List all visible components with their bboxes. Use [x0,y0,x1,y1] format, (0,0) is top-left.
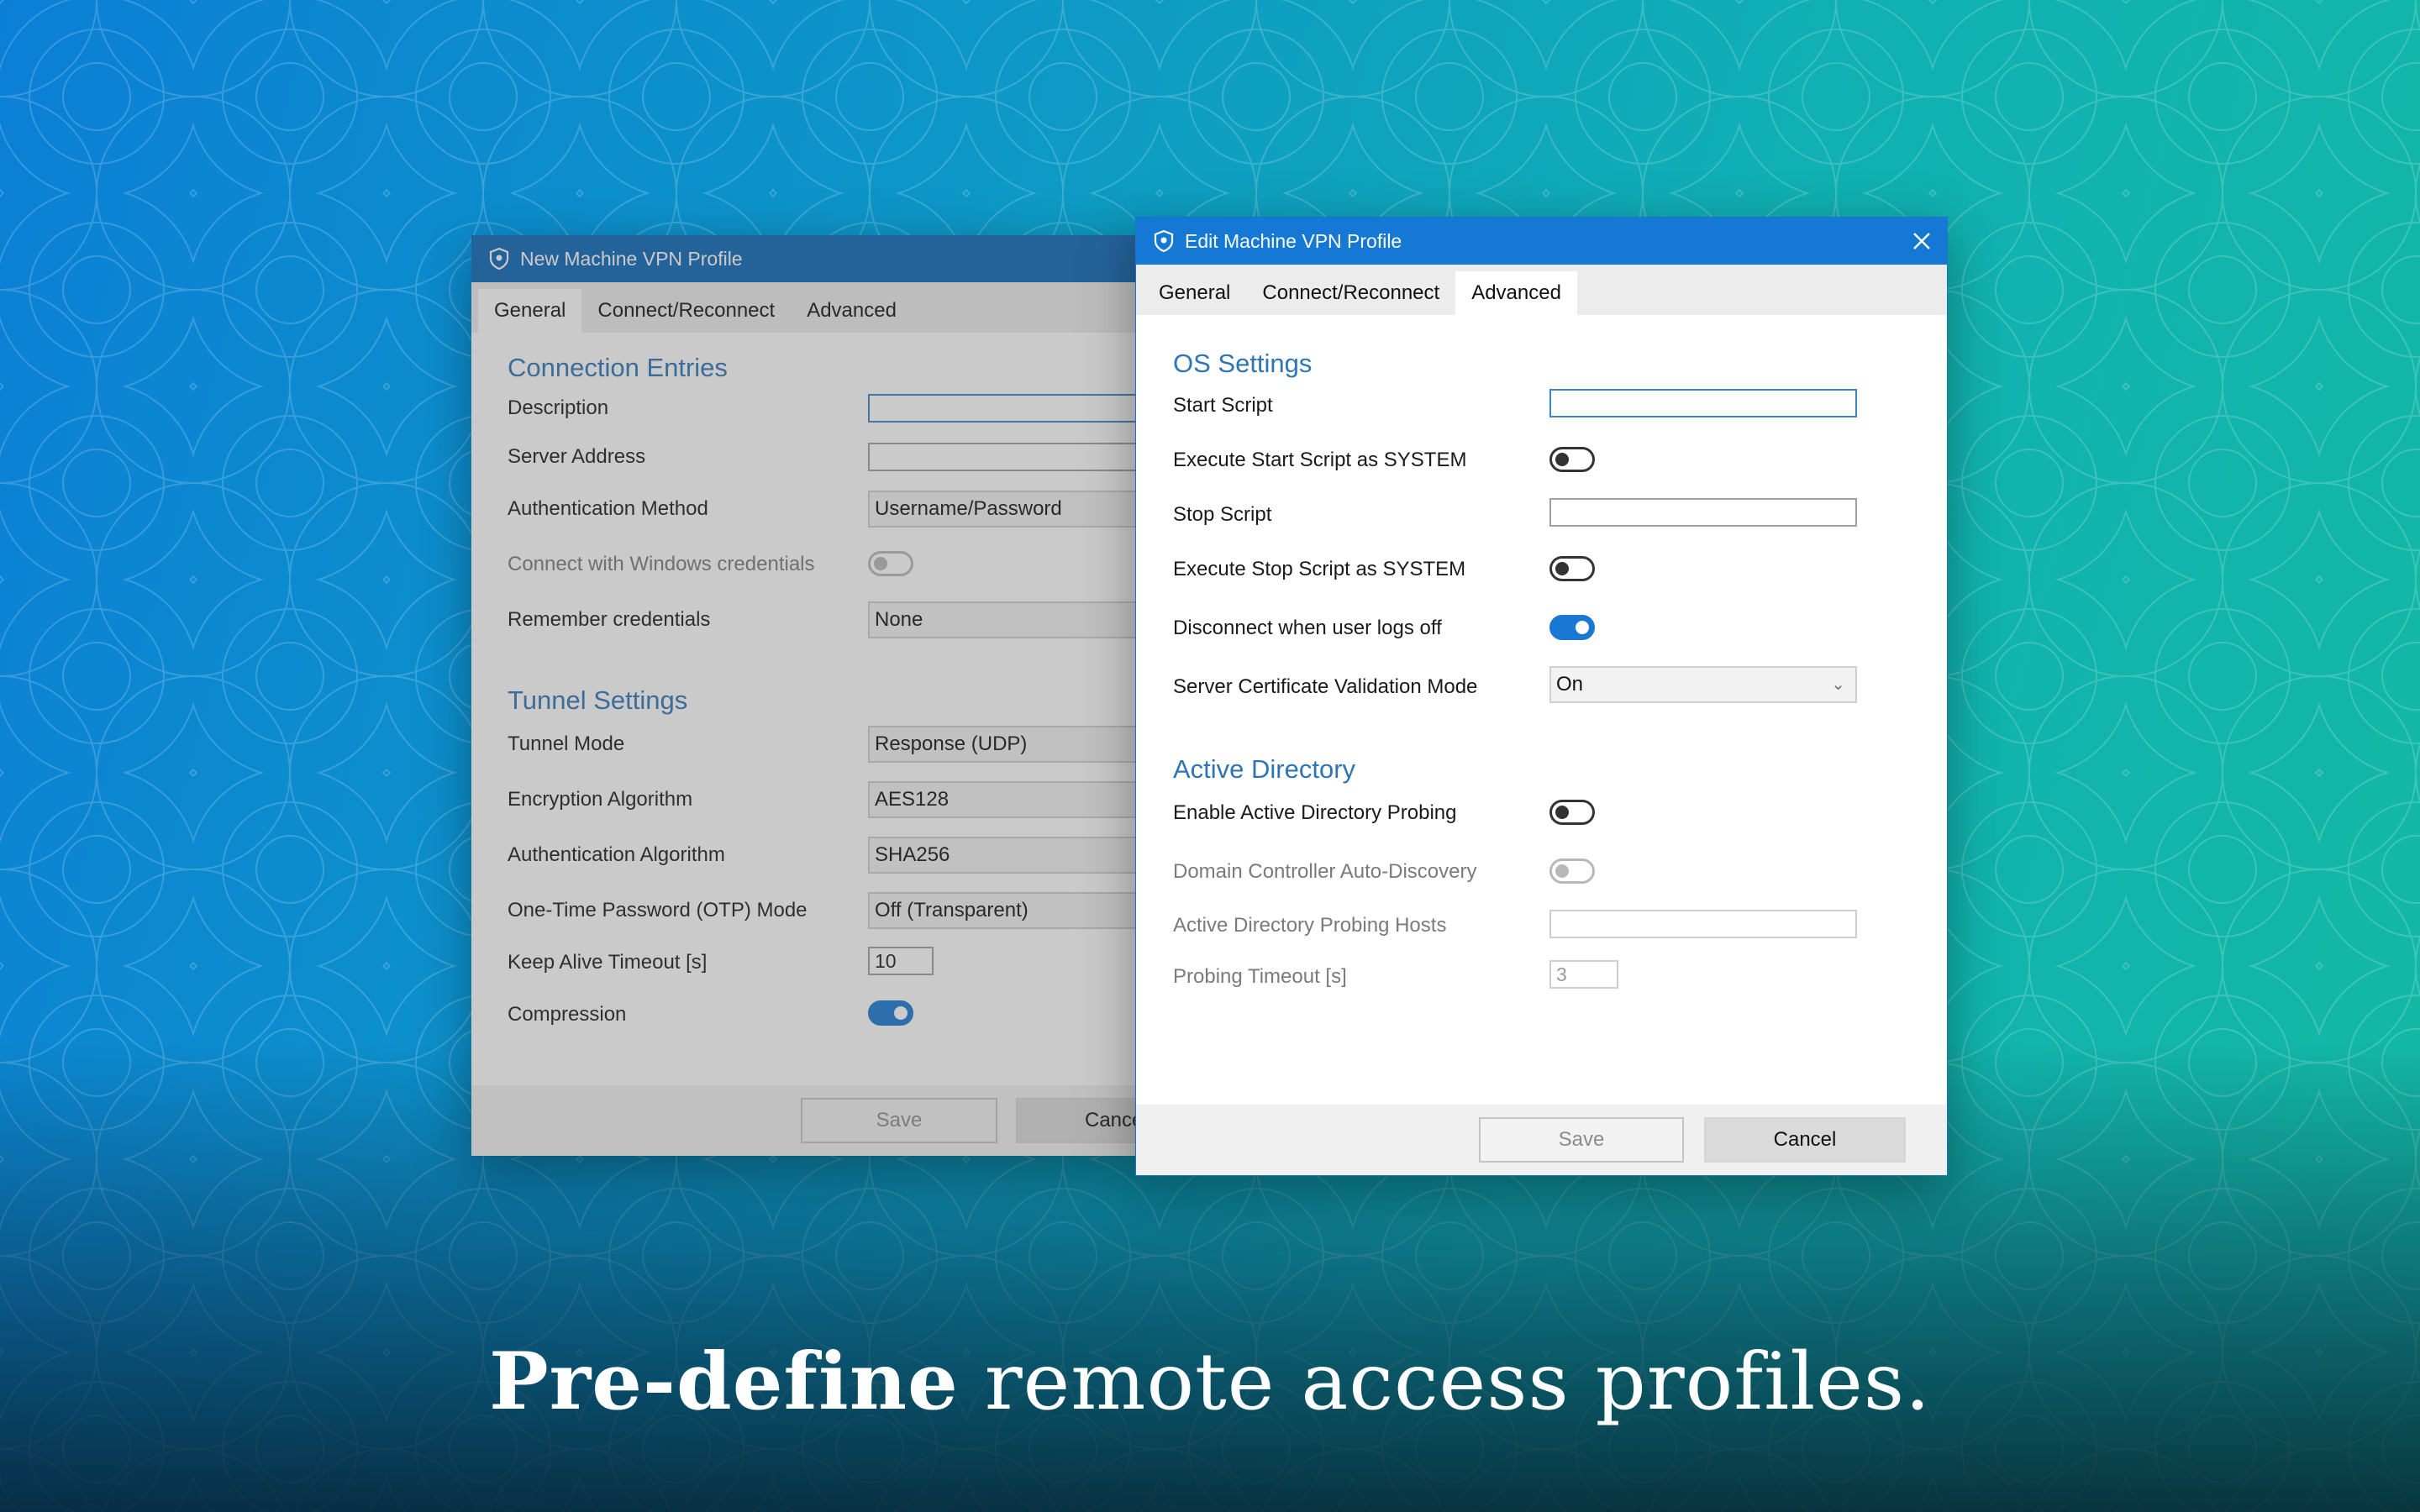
close-button[interactable] [1897,218,1947,265]
description-label: Description [508,396,609,419]
dc-discovery-toggle[interactable] [1549,858,1595,884]
otp-label: One-Time Password (OTP) Mode [508,899,808,921]
new-profile-window: New Machine VPN Profile General Connect/… [471,235,1213,1156]
close-icon [1913,233,1930,249]
compression-label: Compression [508,1003,627,1026]
otp-value: Off (Transparent) [875,899,1028,921]
toggle-knob [1555,453,1569,466]
edit-profile-window: Edit Machine VPN Profile General Connect… [1135,217,1948,1176]
edit-profile-cancel-button[interactable]: Cancel [1704,1117,1906,1163]
compression-toggle[interactable] [868,1000,913,1026]
cert-mode-label: Server Certificate Validation Mode [1173,675,1478,698]
exec-start-label: Execute Start Script as SYSTEM [1173,449,1467,471]
tab-connect-reconnect[interactable]: Connect/Reconnect [581,289,791,333]
auth-method-select[interactable]: Username/Password [868,491,1154,528]
os-settings-title: OS Settings [1173,349,1313,378]
tagline: Pre-define remote access profiles. [0,1336,2420,1428]
tagline-bold: Pre-define [489,1336,959,1428]
encryption-value: AES128 [875,788,950,811]
start-script-label: Start Script [1173,394,1273,417]
auth-algo-select[interactable]: SHA256 [868,837,1154,874]
connection-entries-title: Connection Entries [508,353,728,382]
edit-profile-title: Edit Machine VPN Profile [1185,229,1402,252]
remember-credentials-select[interactable]: None [868,601,1154,638]
toggle-knob [874,557,887,570]
exec-stop-label: Execute Stop Script as SYSTEM [1173,558,1466,580]
edit-profile-tabs: General Connect/Reconnect Advanced [1136,265,1947,315]
server-address-label: Server Address [508,445,646,468]
remember-credentials-value: None [875,608,923,631]
new-profile-title: New Machine VPN Profile [520,247,743,270]
tunnel-settings-title: Tunnel Settings [508,685,688,715]
exec-start-toggle[interactable] [1549,447,1595,472]
exec-stop-toggle[interactable] [1549,556,1595,581]
keepalive-label: Keep Alive Timeout [s] [508,951,708,974]
ad-probing-toggle[interactable] [1549,800,1595,825]
active-directory-title: Active Directory [1173,754,1356,784]
toggle-knob [1555,562,1569,575]
encryption-label: Encryption Algorithm [508,788,693,811]
ad-probing-label: Enable Active Directory Probing [1173,801,1457,824]
edit-profile-footer: Save Cancel [1136,1105,1947,1175]
edit-profile-titlebar: Edit Machine VPN Profile [1136,218,1947,265]
auth-method-label: Authentication Method [508,497,708,520]
new-profile-tabs: General Connect/Reconnect Advanced [471,282,1144,333]
tab-advanced[interactable]: Advanced [791,289,913,333]
dc-discovery-label: Domain Controller Auto-Discovery [1173,860,1477,883]
auth-method-value: Username/Password [875,497,1062,520]
server-address-input[interactable] [868,443,1154,471]
tagline-rest: remote access profiles. [958,1336,1931,1428]
remember-credentials-label: Remember credentials [508,608,711,631]
probing-timeout-label: Probing Timeout [s] [1173,965,1347,988]
toggle-knob [1576,621,1589,634]
tab-advanced[interactable]: Advanced [1455,271,1577,315]
toggle-knob [894,1006,908,1020]
edit-profile-save-button[interactable]: Save [1479,1117,1684,1163]
tab-general[interactable]: General [1143,271,1246,315]
vpn-shield-icon [1154,229,1174,253]
cert-mode-select[interactable]: On ⌄ [1549,666,1857,703]
windows-credentials-toggle[interactable] [868,551,913,576]
windows-credentials-label: Connect with Windows credentials [508,553,815,575]
toggle-knob [1555,806,1569,819]
toggle-knob [1555,864,1569,878]
tab-general[interactable]: General [478,289,582,333]
new-profile-footer: Save Cance [471,1085,1213,1156]
start-script-input[interactable] [1549,389,1857,417]
vpn-shield-icon [489,247,509,270]
probing-timeout-input[interactable]: 3 [1549,960,1618,989]
probing-hosts-label: Active Directory Probing Hosts [1173,914,1447,937]
new-profile-save-button[interactable]: Save [801,1098,997,1143]
auth-algo-label: Authentication Algorithm [508,843,725,866]
description-input[interactable] [868,394,1154,423]
disconnect-toggle[interactable] [1549,615,1595,640]
tab-connect-reconnect[interactable]: Connect/Reconnect [1246,271,1455,315]
encryption-select[interactable]: AES128 [868,781,1154,818]
keepalive-input[interactable]: 10 [868,947,934,975]
stop-script-label: Stop Script [1173,503,1272,526]
probing-hosts-input[interactable] [1549,910,1857,938]
tunnel-mode-select[interactable]: Response (UDP) [868,726,1154,763]
auth-algo-value: SHA256 [875,843,950,866]
new-profile-titlebar: New Machine VPN Profile [471,235,1144,282]
stop-script-input[interactable] [1549,498,1857,527]
tunnel-mode-value: Response (UDP) [875,732,1028,755]
tunnel-mode-label: Tunnel Mode [508,732,625,755]
cert-mode-value: On [1556,673,1584,696]
chevron-down-icon: ⌄ [1831,675,1845,694]
disconnect-label: Disconnect when user logs off [1173,617,1442,639]
otp-select[interactable]: Off (Transparent) [868,892,1154,929]
